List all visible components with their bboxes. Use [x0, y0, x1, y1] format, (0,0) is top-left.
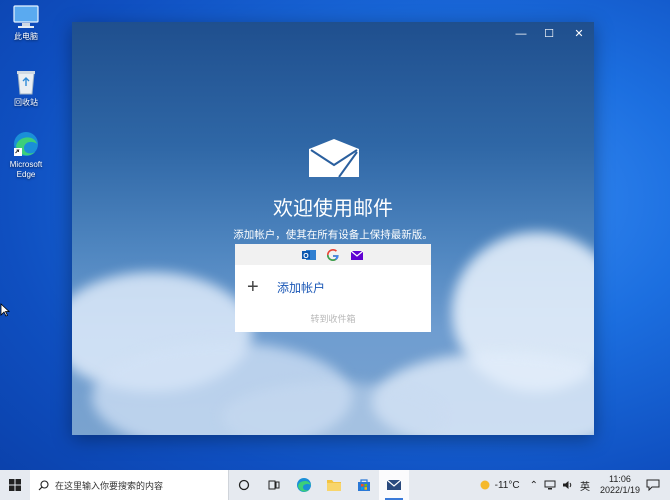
welcome-subtitle: 添加帐户，使其在所有设备上保持最新版。 — [233, 229, 433, 241]
notification-icon[interactable] — [646, 479, 660, 491]
search-icon — [38, 479, 49, 490]
volume-icon[interactable] — [562, 480, 574, 490]
clock[interactable]: 11:06 2022/1/19 — [600, 474, 640, 496]
recycle-bin-icon — [17, 71, 35, 95]
add-account-button[interactable]: + 添加帐户 — [235, 274, 431, 300]
clock-time: 11:06 — [609, 474, 631, 484]
mouse-cursor-icon — [0, 303, 10, 317]
mail-window: — ☐ ✕ 欢迎使用邮件 添加帐户，使其在所有设备上保持最新版。 O + 添加帐… — [72, 22, 594, 435]
mail-app-button[interactable] — [379, 470, 409, 500]
mail-icon — [386, 479, 402, 490]
desktop-icon-this-pc[interactable]: 此电脑 — [0, 4, 52, 42]
desktop-icon-edge[interactable]: Microsoft Edge — [0, 130, 52, 180]
yahoo-mail-icon — [350, 250, 364, 260]
edge-icon — [14, 132, 38, 156]
tray-overflow-icon[interactable]: ⌃ — [530, 480, 538, 491]
clock-date: 2022/1/19 — [599, 485, 640, 495]
computer-icon — [13, 5, 39, 28]
welcome-title: 欢迎使用邮件 — [273, 198, 393, 220]
network-icon[interactable] — [544, 480, 556, 490]
task-view-icon — [268, 480, 280, 490]
mail-envelope-icon — [309, 139, 359, 177]
plus-icon: + — [247, 276, 259, 298]
start-button[interactable] — [0, 470, 30, 500]
edge-icon — [297, 478, 311, 492]
store-button[interactable] — [349, 470, 379, 500]
weather-sun-icon[interactable] — [479, 479, 491, 491]
system-tray: -11°C ⌃ 英 11:06 2022/1/19 — [479, 470, 670, 500]
maximize-button[interactable]: ☐ — [537, 25, 561, 43]
go-to-inbox-link[interactable]: 转到收件箱 — [235, 312, 431, 325]
google-icon — [327, 248, 339, 261]
svg-text:O: O — [303, 253, 309, 260]
store-icon — [358, 479, 370, 491]
cortana-icon — [238, 479, 250, 491]
desktop-icon-label: Microsoft Edge — [9, 160, 43, 179]
ime-indicator[interactable]: 英 — [580, 478, 590, 493]
desktop-icon-recycle-bin[interactable]: 回收站 — [0, 68, 52, 108]
windows-logo-icon — [9, 479, 21, 491]
add-account-label: 添加帐户 — [277, 280, 326, 295]
desktop-icon-label: 此电脑 — [14, 32, 38, 41]
taskbar-search-box[interactable]: 在这里输入你要搜索的内容 — [30, 470, 229, 500]
close-button[interactable]: ✕ — [567, 25, 591, 43]
desktop-icon-label: 回收站 — [14, 98, 38, 107]
taskbar: 在这里输入你要搜索的内容 -11°C ⌃ 英 11:06 2022/1/19 — [0, 470, 670, 500]
provider-row: O — [235, 244, 431, 265]
cortana-button[interactable] — [229, 470, 259, 500]
account-card: O + 添加帐户 转到收件箱 — [235, 244, 431, 332]
taskbar-edge-button[interactable] — [289, 470, 319, 500]
weather-temperature[interactable]: -11°C — [495, 480, 520, 491]
file-explorer-button[interactable] — [319, 470, 349, 500]
folder-icon — [327, 480, 341, 491]
search-placeholder: 在这里输入你要搜索的内容 — [55, 480, 164, 491]
minimize-button[interactable]: — — [509, 25, 533, 43]
outlook-icon: O — [302, 249, 316, 260]
task-view-button[interactable] — [259, 470, 289, 500]
